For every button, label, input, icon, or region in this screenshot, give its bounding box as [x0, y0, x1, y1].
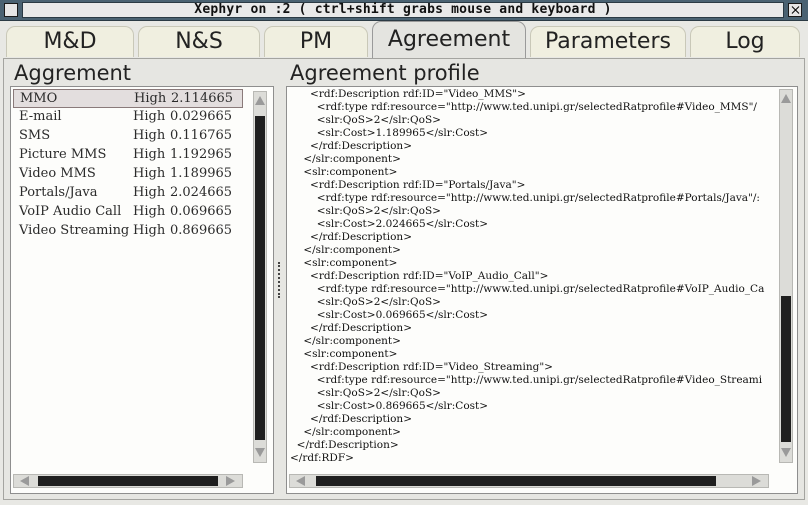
close-icon[interactable] — [788, 3, 802, 17]
xml-line: <slr:QoS>2</slr:QoS> — [290, 296, 441, 308]
xml-line: <slr:Cost>0.869665</slr:Cost> — [290, 400, 489, 412]
xml-line: <slr:component> — [290, 348, 398, 360]
xml-line: </rdf:RDF> — [290, 452, 354, 464]
tab-pm[interactable]: PM — [264, 26, 368, 57]
scroll-left-arrow-icon[interactable] — [20, 476, 29, 486]
scroll-up-arrow-icon[interactable] — [255, 96, 265, 105]
list-horizontal-scrollbar[interactable] — [13, 474, 243, 488]
list-item[interactable]: MMO High 2.114665 — [13, 89, 243, 108]
scroll-right-arrow-icon[interactable] — [226, 476, 235, 486]
list-vertical-scrollbar[interactable] — [253, 91, 267, 463]
window-title: Xephyr on :2 ( ctrl+shift grabs mouse an… — [22, 2, 784, 18]
xml-line: <rdf:type rdf:resource="http://www.ted.u… — [290, 192, 760, 204]
xml-line: <slr:Cost>1.189965</slr:Cost> — [290, 127, 489, 139]
tab-agreement[interactable]: Agreement — [372, 21, 526, 58]
scroll-up-arrow-icon[interactable] — [781, 94, 791, 103]
xml-line: </slr:component> — [290, 335, 401, 347]
aggrement-list[interactable]: MMO High 2.114665 E-mail High 0.029665 S… — [10, 86, 274, 494]
pane-splitter-handle[interactable] — [278, 262, 282, 298]
xml-line: <rdf:type rdf:resource="http://www.ted.u… — [290, 101, 757, 113]
text-horizontal-scrollbar[interactable] — [289, 474, 769, 488]
xml-line: <rdf:Description rdf:ID="Portals/Java"> — [290, 179, 526, 191]
xml-content: <rdf:Description rdf:ID="Video_MMS"> <rd… — [290, 88, 768, 465]
agreement-profile-text[interactable]: <rdf:Description rdf:ID="Video_MMS"> <rd… — [286, 86, 798, 494]
scroll-down-arrow-icon[interactable] — [781, 448, 791, 457]
xml-line: <rdf:type rdf:resource="http://www.ted.u… — [290, 374, 763, 386]
list-item[interactable]: E-mail High 0.029665 — [13, 108, 243, 127]
tab-parameters[interactable]: Parameters — [530, 26, 686, 57]
scroll-down-arrow-icon[interactable] — [255, 448, 265, 457]
text-horizontal-scroll-thumb[interactable] — [316, 476, 716, 486]
xml-line: </rdf:Description> — [290, 439, 399, 451]
xml-line: </rdf:Description> — [290, 231, 412, 243]
xml-line: <rdf:type rdf:resource="http://www.ted.u… — [290, 283, 765, 295]
xml-line: <slr:component> — [290, 166, 398, 178]
xml-line: <slr:Cost>2.024665</slr:Cost> — [290, 218, 489, 230]
xml-line: <slr:QoS>2</slr:QoS> — [290, 205, 441, 217]
list-vertical-scroll-thumb[interactable] — [255, 116, 265, 440]
agreement-profile-title: Agreement profile — [290, 61, 480, 85]
list-item[interactable]: Video Streaming High 0.869665 — [13, 222, 243, 241]
xml-line: <rdf:Description rdf:ID="Video_MMS"> — [290, 88, 526, 100]
window-menu-button[interactable] — [4, 3, 18, 17]
tab-md[interactable]: M&D — [6, 26, 134, 57]
window-titlebar[interactable]: Xephyr on :2 ( ctrl+shift grabs mouse an… — [0, 0, 808, 21]
text-vertical-scrollbar[interactable] — [779, 89, 793, 463]
text-vertical-scroll-thumb[interactable] — [781, 296, 791, 442]
xml-line: <slr:Cost>0.069665</slr:Cost> — [290, 309, 489, 321]
scroll-left-arrow-icon[interactable] — [296, 476, 305, 486]
list-item[interactable]: SMS High 0.116765 — [13, 127, 243, 146]
list-horizontal-scroll-thumb[interactable] — [38, 476, 218, 486]
xml-line: <slr:QoS>2</slr:QoS> — [290, 387, 441, 399]
xml-line: </rdf:Description> — [290, 413, 412, 425]
xml-line: </rdf:Description> — [290, 140, 412, 152]
xml-line: </slr:component> — [290, 153, 401, 165]
aggrement-title: Aggrement — [14, 61, 132, 85]
xml-line: <slr:QoS>2</slr:QoS> — [290, 114, 441, 126]
xml-line: <slr:component> — [290, 257, 398, 269]
list-item[interactable]: Picture MMS High 1.192965 — [13, 146, 243, 165]
xml-line: <rdf:Description rdf:ID="Video_Streaming… — [290, 361, 553, 373]
list-item[interactable]: VoIP Audio Call High 0.069665 — [13, 203, 243, 222]
tab-ns[interactable]: N&S — [138, 26, 260, 57]
xml-line: </rdf:Description> — [290, 322, 412, 334]
tab-bar: M&D N&S PM Agreement Parameters Log — [0, 21, 808, 58]
list-item[interactable]: Portals/Java High 2.024665 — [13, 184, 243, 203]
list-item[interactable]: Video MMS High 1.189965 — [13, 165, 243, 184]
xml-line: </slr:component> — [290, 244, 401, 256]
tab-log[interactable]: Log — [690, 26, 800, 57]
xml-line: <rdf:Description rdf:ID="VoIP_Audio_Call… — [290, 270, 549, 282]
scroll-right-arrow-icon[interactable] — [752, 476, 761, 486]
xml-line: </slr:component> — [290, 426, 401, 438]
